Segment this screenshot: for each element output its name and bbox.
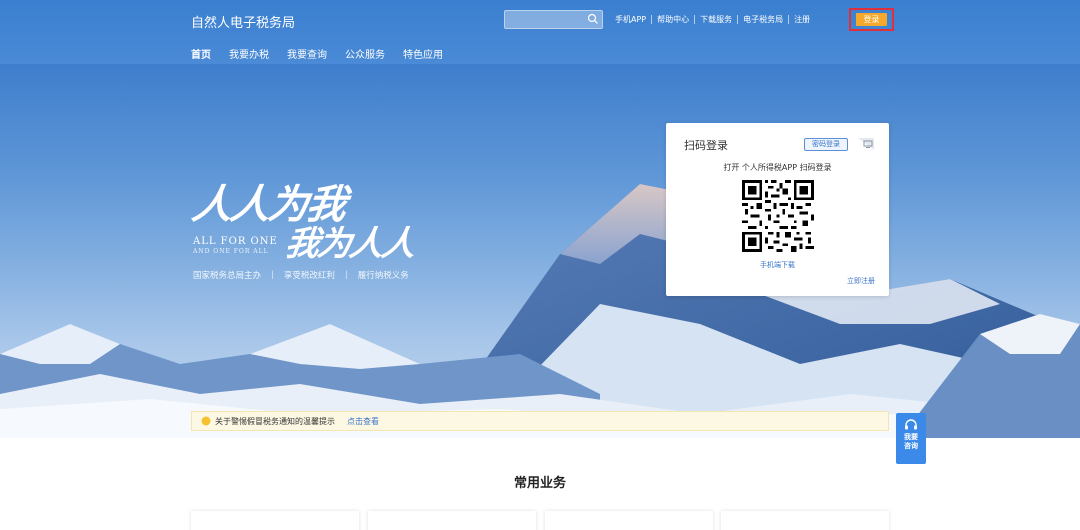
notice-text: 关于警惕假冒税务通知的温馨提示 xyxy=(215,416,335,426)
slogan-english-2: AND ONE FOR ALL xyxy=(193,248,269,255)
hero-sub-item: 国家税务总局主办 xyxy=(193,271,262,281)
password-login-tab[interactable]: 密码登录 xyxy=(804,138,848,151)
service-card[interactable] xyxy=(545,511,713,530)
divider: | xyxy=(344,270,348,280)
hero-sub-item: 享受税改红利 xyxy=(283,271,335,281)
consult-float-button[interactable]: 我要 咨询 xyxy=(896,413,926,464)
hero-sub-item: 履行纳税义务 xyxy=(357,271,409,281)
search-icon[interactable] xyxy=(587,13,599,25)
consult-label-2: 咨询 xyxy=(904,442,918,450)
login-button[interactable]: 登录 xyxy=(856,13,887,26)
mobile-download-link[interactable]: 手机端下载 xyxy=(666,260,889,270)
service-card[interactable] xyxy=(191,511,359,530)
divider: | xyxy=(271,270,274,280)
qr-login-card: 扫码登录 密码登录 打开 个人所得税APP 扫码登录 手机端下载 立即注册 xyxy=(666,123,889,296)
login-highlight-box: 登录 xyxy=(849,8,894,31)
slogan-english-1: ALL FOR ONE xyxy=(193,236,278,247)
link-mobile-app[interactable]: 手机APP xyxy=(610,14,651,25)
hero-subline: 国家税务总局主办 | 享受税改红利 | 履行纳税义务 xyxy=(193,269,409,281)
register-now-link[interactable]: 立即注册 xyxy=(847,276,875,286)
search-box[interactable] xyxy=(504,10,603,33)
link-help-center[interactable]: 帮助中心 xyxy=(652,14,694,25)
card-title: 扫码登录 xyxy=(684,139,728,152)
notice-view-link[interactable]: 点击查看 xyxy=(347,416,379,427)
link-download[interactable]: 下载服务 xyxy=(695,14,737,25)
top-header: 自然人电子税务局 手机APP 帮助中心 下载服务 电子税务局 注册 登录 首页 … xyxy=(0,0,1080,67)
headset-icon xyxy=(905,419,917,430)
site-title[interactable]: 自然人电子税务局 xyxy=(191,12,295,31)
service-card[interactable] xyxy=(721,511,889,530)
notice-bar: 关于警惕假冒税务通知的温馨提示 点击查看 xyxy=(191,411,889,431)
search-input[interactable] xyxy=(505,15,585,33)
service-card[interactable] xyxy=(368,511,536,530)
consult-label-1: 我要 xyxy=(904,433,918,441)
notice-dot-icon xyxy=(201,416,211,426)
scan-hint: 打开 个人所得税APP 扫码登录 xyxy=(723,163,832,172)
qr-code-image xyxy=(742,180,814,252)
section-title: 常用业务 xyxy=(513,476,566,491)
computer-icon[interactable] xyxy=(858,138,874,150)
top-links: 手机APP 帮助中心 下载服务 电子税务局 注册 xyxy=(610,14,815,25)
link-e-tax-bureau[interactable]: 电子税务局 xyxy=(738,14,788,25)
slogan-line-2: 我为人人 xyxy=(282,224,417,264)
hero-banner: 人人为我 ALL FOR ONE AND ONE FOR ALL 我为人人 国家… xyxy=(0,64,1080,438)
link-register[interactable]: 注册 xyxy=(789,14,815,25)
mountain-background xyxy=(0,184,1080,438)
